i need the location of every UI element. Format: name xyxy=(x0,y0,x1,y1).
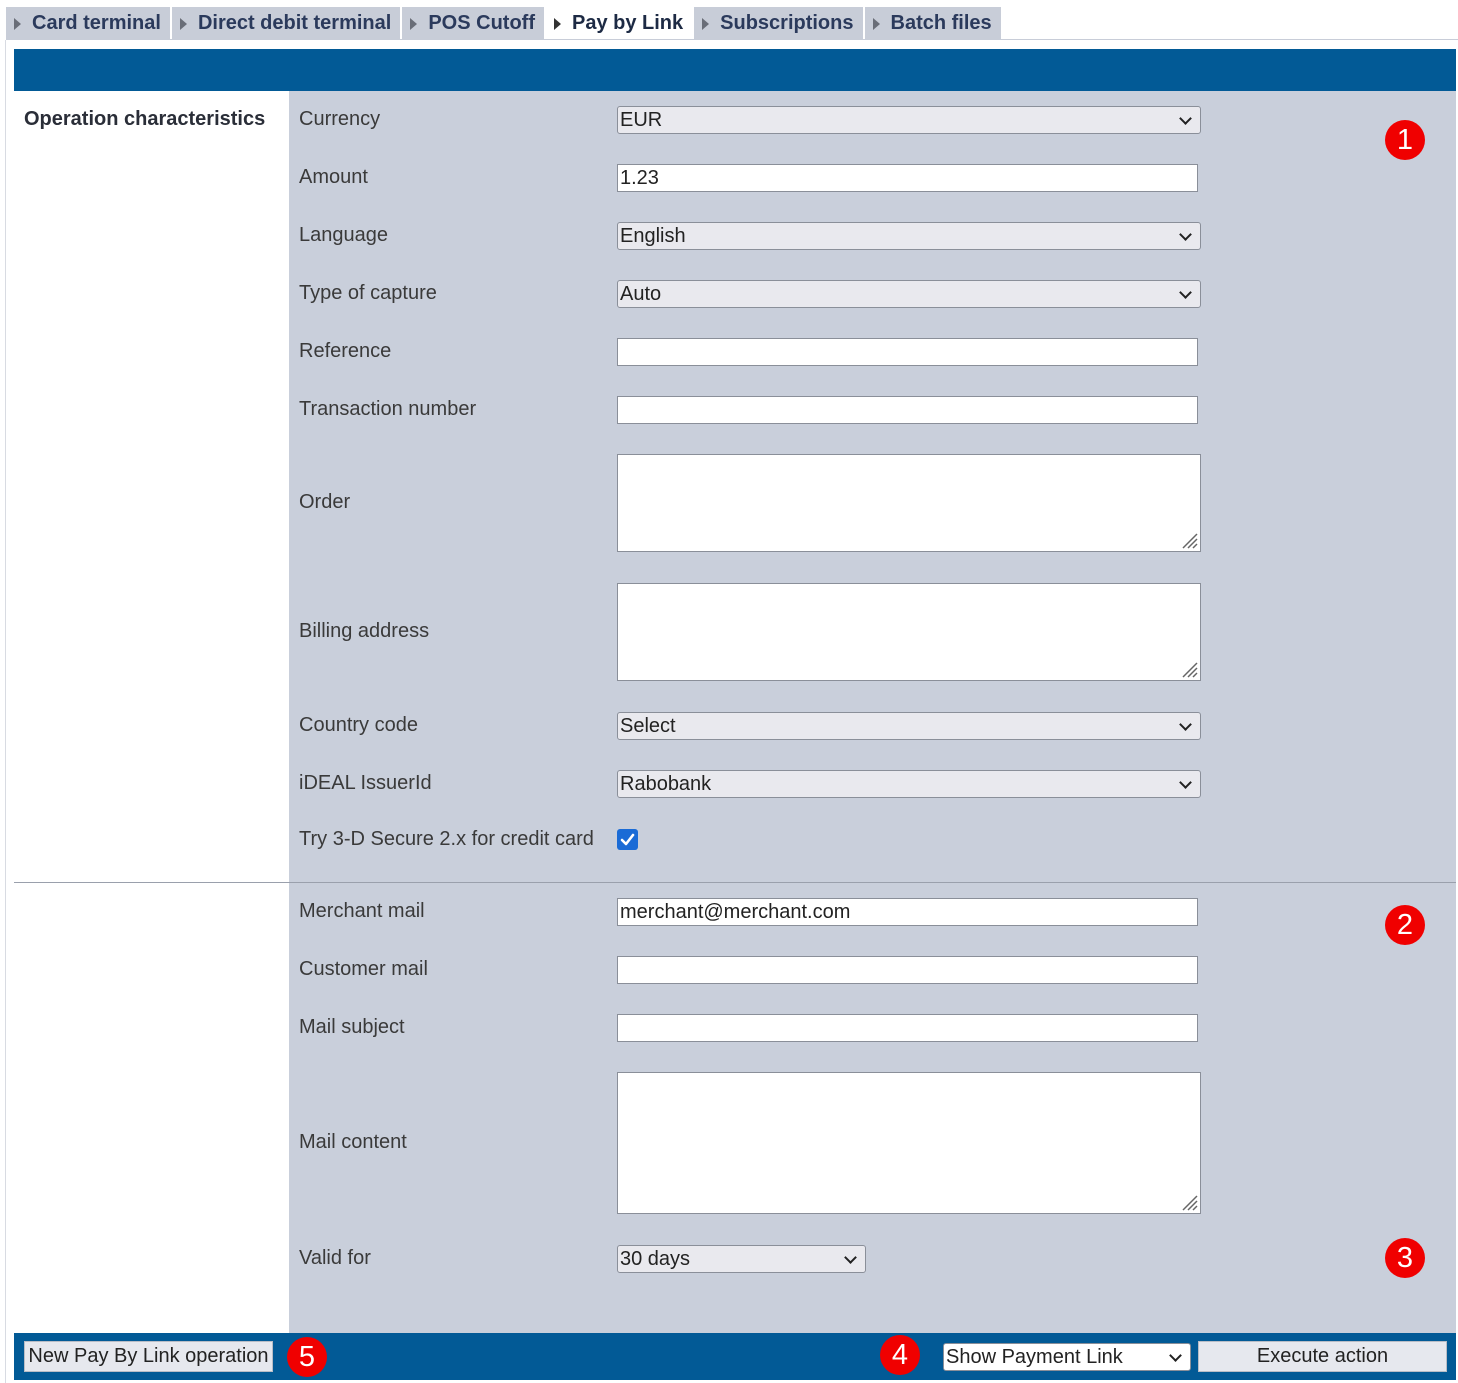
country-code-value: Select xyxy=(620,715,676,737)
tab-label: Batch files xyxy=(890,12,992,34)
language-value: English xyxy=(620,225,686,247)
order-label: Order xyxy=(299,491,351,513)
callout-badge-1: 1 xyxy=(1385,120,1425,160)
tab-pay-by-link[interactable]: Pay by Link xyxy=(545,7,695,40)
triangle-right-icon xyxy=(872,17,880,30)
currency-value: EUR xyxy=(620,109,663,131)
capture-label: Type of capture xyxy=(299,282,437,304)
amount-input[interactable]: 1.23 xyxy=(617,164,1198,192)
chevron-down-icon xyxy=(1179,718,1192,731)
tab-card-terminal[interactable]: Card terminal xyxy=(6,7,172,40)
callout-badge-2: 2 xyxy=(1385,905,1425,945)
currency-select[interactable]: EUR xyxy=(617,106,1201,134)
country-code-select[interactable]: Select xyxy=(617,712,1201,740)
reference-input[interactable] xyxy=(617,338,1198,366)
triangle-right-icon xyxy=(179,17,187,30)
chevron-down-icon xyxy=(1179,286,1192,299)
callout-badge-3: 3 xyxy=(1385,1238,1425,1278)
checkmark-icon xyxy=(620,833,635,846)
chevron-down-icon xyxy=(1169,1349,1182,1362)
customer-mail-input[interactable] xyxy=(617,956,1198,984)
currency-label: Currency xyxy=(299,108,381,130)
triangle-right-icon xyxy=(410,17,418,30)
chevron-down-icon xyxy=(1179,112,1192,125)
billing-address-textarea[interactable] xyxy=(617,583,1201,681)
capture-value: Auto xyxy=(620,283,662,305)
section-divider xyxy=(14,882,1456,883)
ideal-issuer-value: Rabobank xyxy=(620,773,712,795)
action-select-value: Show Payment Link xyxy=(946,1346,1123,1368)
triangle-right-icon xyxy=(14,17,21,30)
amount-label: Amount xyxy=(299,166,368,188)
valid-for-label: Valid for xyxy=(299,1247,371,1269)
tab-pos-cutoff[interactable]: POS Cutoff xyxy=(402,7,546,40)
section-title: Operation characteristics xyxy=(24,108,266,130)
header-band xyxy=(14,49,1456,91)
merchant-mail-input[interactable]: merchant@merchant.com xyxy=(617,898,1198,926)
triangle-right-icon xyxy=(553,17,561,30)
triangle-right-icon xyxy=(702,17,710,30)
valid-for-value: 30 days xyxy=(620,1248,691,1270)
valid-for-select[interactable]: 30 days xyxy=(617,1245,866,1273)
chevron-down-icon xyxy=(844,1251,857,1264)
callout-badge-5: 5 xyxy=(287,1337,327,1377)
frame-border xyxy=(5,40,6,1383)
tab-bar: Card terminal Direct debit terminal POS … xyxy=(6,7,1003,40)
country-code-label: Country code xyxy=(299,714,418,736)
resize-grip-icon[interactable] xyxy=(1178,658,1198,678)
billing-address-label: Billing address xyxy=(299,620,430,642)
mail-content-textarea[interactable] xyxy=(617,1072,1201,1214)
callout-badge-4: 4 xyxy=(880,1335,920,1375)
mail-subject-input[interactable] xyxy=(617,1014,1198,1042)
action-select[interactable]: Show Payment Link xyxy=(943,1343,1191,1371)
3d-secure-checkbox[interactable] xyxy=(617,829,638,850)
transaction-number-input[interactable] xyxy=(617,396,1198,424)
tab-label: Pay by Link xyxy=(571,12,684,34)
tab-label: Card terminal xyxy=(32,12,161,34)
merchant-mail-label: Merchant mail xyxy=(299,900,425,922)
capture-select[interactable]: Auto xyxy=(617,280,1201,308)
tab-divider xyxy=(6,39,1458,40)
language-select[interactable]: English xyxy=(617,222,1201,250)
chevron-down-icon xyxy=(1179,228,1192,241)
tab-batch-files[interactable]: Batch files xyxy=(864,7,1003,40)
ideal-issuer-select[interactable]: Rabobank xyxy=(617,770,1201,798)
transaction-number-label: Transaction number xyxy=(299,398,477,420)
order-textarea[interactable] xyxy=(617,454,1201,552)
language-label: Language xyxy=(299,224,388,246)
new-pay-by-link-button[interactable]: New Pay By Link operation xyxy=(24,1341,273,1372)
tab-direct-debit-terminal[interactable]: Direct debit terminal xyxy=(171,7,403,40)
ideal-issuer-label: iDEAL IssuerId xyxy=(299,772,432,794)
resize-grip-icon[interactable] xyxy=(1178,1191,1198,1211)
customer-mail-label: Customer mail xyxy=(299,958,428,980)
tab-label: Subscriptions xyxy=(720,12,854,34)
tab-subscriptions[interactable]: Subscriptions xyxy=(694,7,865,40)
mail-content-label: Mail content xyxy=(299,1131,407,1153)
chevron-down-icon xyxy=(1179,776,1192,789)
mail-subject-label: Mail subject xyxy=(299,1016,405,1038)
execute-action-button[interactable]: Execute action xyxy=(1198,1341,1447,1372)
reference-label: Reference xyxy=(299,340,392,362)
3d-secure-label: Try 3-D Secure 2.x for credit card xyxy=(299,828,594,850)
tab-label: Direct debit terminal xyxy=(197,12,392,34)
tab-label: POS Cutoff xyxy=(428,12,535,34)
resize-grip-icon[interactable] xyxy=(1178,529,1198,549)
